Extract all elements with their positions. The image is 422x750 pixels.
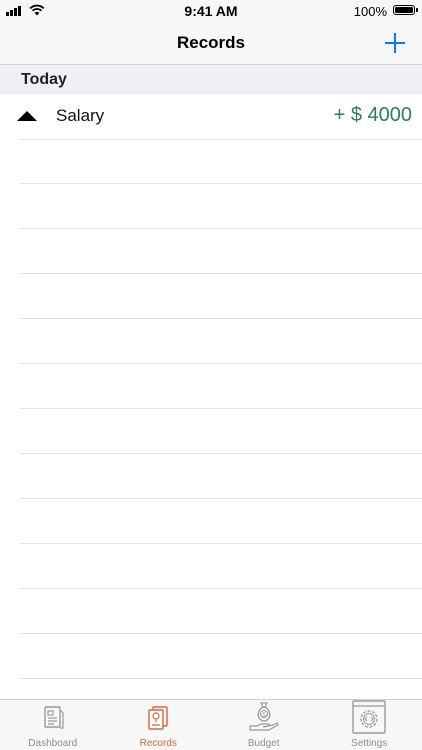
empty-row	[20, 409, 422, 454]
page-title: Records	[176, 33, 246, 52]
battery-percentage: 100%	[353, 4, 387, 19]
tab-dashboard[interactable]: Dashboard	[0, 700, 106, 750]
empty-row	[20, 139, 422, 184]
records-screen: 9:41 AM 100% Records Today Salary + $ 40…	[0, 0, 422, 750]
triangle-up-icon	[17, 111, 37, 121]
battery-tip	[416, 8, 418, 12]
records-icon	[148, 706, 168, 730]
dashboard-icon	[44, 706, 64, 729]
plus-icon	[385, 33, 405, 53]
section-title: Today	[21, 71, 67, 88]
record-amount: + $ 4000	[333, 104, 412, 126]
empty-row	[20, 589, 422, 634]
empty-row	[20, 229, 422, 274]
budget-icon: $	[249, 702, 279, 731]
tab-records[interactable]: Records	[106, 700, 212, 750]
record-row-salary[interactable]: Salary + $ 4000	[0, 94, 422, 140]
empty-row	[20, 499, 422, 544]
empty-row	[20, 454, 422, 499]
add-record-button[interactable]	[382, 30, 408, 56]
settings-icon	[352, 700, 386, 734]
tab-label: Records	[139, 738, 177, 749]
records-list[interactable]: Salary + $ 4000	[0, 94, 422, 699]
empty-row	[20, 274, 422, 319]
section-header-today: Today	[0, 65, 422, 94]
tab-label: Settings	[351, 738, 388, 749]
battery-icon	[393, 5, 415, 15]
empty-row	[20, 364, 422, 409]
status-bar: 9:41 AM 100%	[0, 0, 422, 22]
navigation-bar: Records	[0, 22, 422, 65]
empty-row	[20, 679, 422, 699]
record-name: Salary	[56, 106, 105, 125]
tab-settings[interactable]: Settings	[317, 700, 422, 750]
tab-budget[interactable]: $ Budget	[211, 700, 317, 750]
tab-bar: Dashboard Records $ Budget Settings	[0, 699, 422, 750]
tab-label: Budget	[247, 738, 280, 749]
empty-row	[20, 319, 422, 364]
empty-row	[20, 544, 422, 589]
tab-label: Dashboard	[28, 738, 78, 749]
empty-row	[20, 184, 422, 229]
svg-text:$: $	[262, 712, 266, 719]
empty-row	[20, 634, 422, 679]
